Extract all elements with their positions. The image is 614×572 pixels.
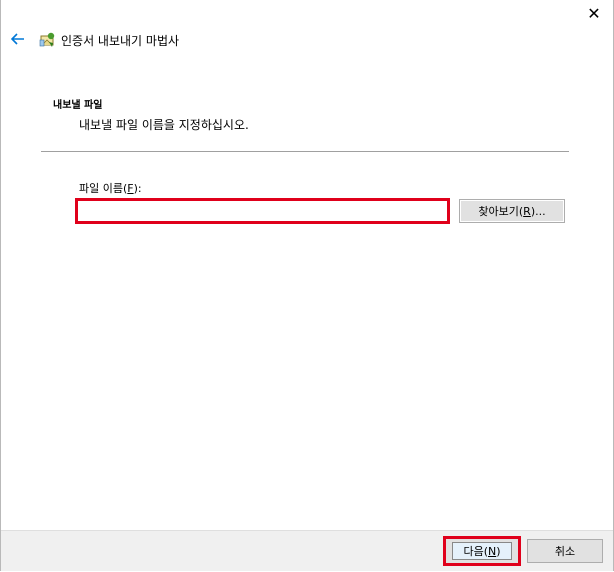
next-button[interactable]: 다음(N)	[443, 536, 521, 566]
certificate-wizard-icon	[39, 32, 55, 47]
close-button[interactable]: ✕	[579, 0, 609, 26]
next-button-focus: 다음(N)	[452, 542, 512, 560]
cancel-button[interactable]: 취소	[527, 539, 603, 563]
file-name-input[interactable]	[75, 198, 450, 224]
header-divider	[41, 151, 569, 152]
wizard-footer	[1, 530, 613, 571]
back-button[interactable]	[9, 30, 27, 48]
section-description: 내보낼 파일 이름을 지정하십시오.	[79, 118, 249, 132]
browse-button[interactable]: 찾아보기(R)...	[459, 199, 565, 223]
file-name-label: 파일 이름(F):	[79, 182, 142, 195]
section-title: 내보낼 파일	[53, 100, 103, 111]
wizard-title: 인증서 내보내기 마법사	[61, 34, 180, 48]
close-icon: ✕	[587, 3, 601, 23]
back-arrow-icon	[11, 33, 24, 45]
certificate-export-wizard-window: ✕ 인증서 내보내기 마법사 내보낼 파일 내보낼 파일 이름을 지정하십시오.…	[0, 0, 614, 571]
